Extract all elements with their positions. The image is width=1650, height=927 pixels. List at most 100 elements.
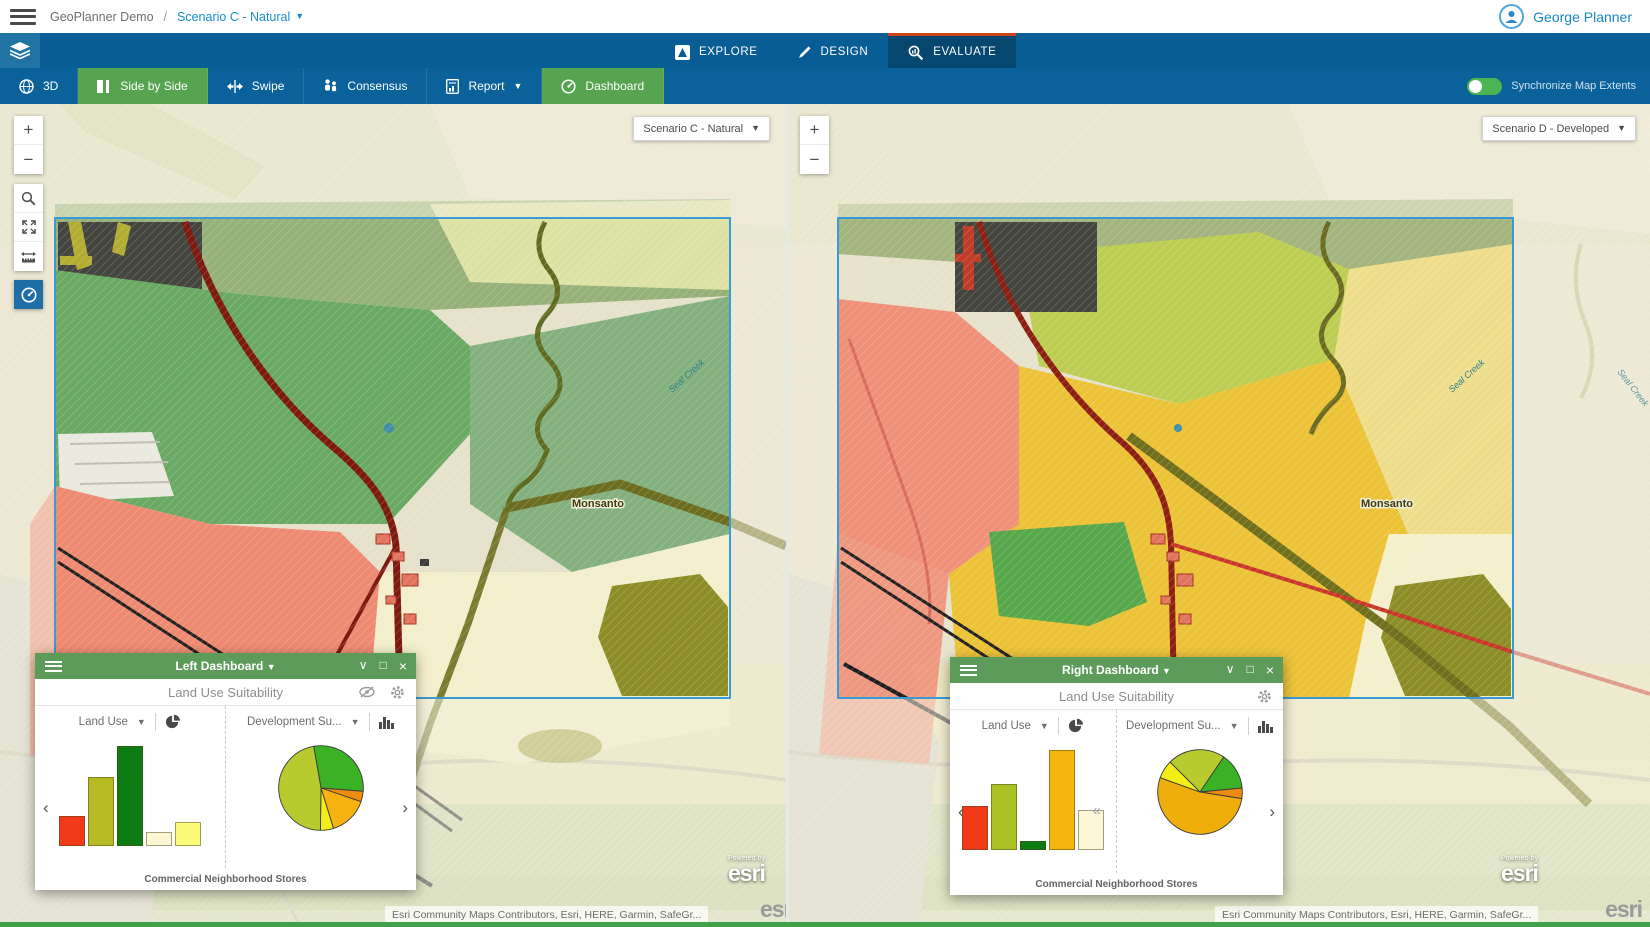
- dashboard-menu-icon[interactable]: [960, 665, 977, 676]
- dashboard-button[interactable]: Dashboard: [542, 68, 664, 104]
- pie-slice[interactable]: [278, 746, 320, 830]
- pie-slice[interactable]: [313, 746, 363, 792]
- button-label: Dashboard: [585, 79, 644, 93]
- minimize-icon[interactable]: ∨: [1226, 662, 1235, 678]
- chevron-down-icon: ▼: [751, 124, 760, 133]
- right-dashboard-header: Right Dashboard ▼ ∨ □ ×: [950, 657, 1283, 683]
- chart-selector[interactable]: Development Su...: [247, 716, 342, 728]
- evaluate-toolbar: 3D Side by Side Swipe Consensus Report: [0, 68, 1650, 104]
- maximize-icon[interactable]: □: [1247, 662, 1254, 678]
- chart-footer-label: Commercial Neighborhood Stores: [35, 868, 416, 890]
- full-extent-button[interactable]: [14, 213, 43, 242]
- chevron-left-icon[interactable]: ‹: [43, 798, 49, 818]
- gear-icon[interactable]: [390, 685, 405, 700]
- bottom-accent-bar: [0, 922, 1650, 927]
- gauge-icon: [561, 79, 576, 94]
- chart-selector[interactable]: Development Su...: [1126, 720, 1221, 732]
- chart-selector[interactable]: Land Use: [982, 720, 1031, 732]
- side-by-side-button[interactable]: Side by Side: [78, 68, 207, 104]
- powered-by-esri-logo: Powered by esri: [1501, 855, 1538, 885]
- bar-segment[interactable]: [117, 746, 143, 846]
- bar-segment[interactable]: [1049, 750, 1075, 850]
- pie-chart-icon[interactable]: [165, 714, 181, 730]
- chevron-down-icon[interactable]: ▼: [137, 718, 146, 727]
- bar-segment[interactable]: [1020, 841, 1046, 850]
- bar-segment[interactable]: [991, 784, 1017, 850]
- minimize-icon[interactable]: ∨: [359, 658, 368, 674]
- pie-chart-icon[interactable]: [1068, 718, 1084, 734]
- chevron-left-icon[interactable]: ‹: [958, 802, 964, 822]
- user-menu[interactable]: George Planner: [1499, 4, 1632, 29]
- expand-arrows-icon: [22, 220, 36, 234]
- maximize-icon[interactable]: □: [380, 658, 387, 674]
- chevron-down-icon[interactable]: ▼: [1040, 722, 1049, 731]
- button-label: Consensus: [347, 79, 407, 93]
- tab-label: DESIGN: [821, 46, 869, 58]
- report-button[interactable]: Report ▼: [427, 68, 542, 104]
- left-scenario-selector-value: Scenario C - Natural: [643, 123, 743, 135]
- 3d-button[interactable]: 3D: [0, 68, 78, 104]
- zoom-out-button[interactable]: −: [14, 145, 43, 174]
- dashboard-window-buttons: ∨ □ ×: [1226, 662, 1274, 678]
- tab-design[interactable]: DESIGN: [778, 33, 889, 68]
- dashboard-panel-titlebar: Land Use Suitability: [950, 683, 1283, 710]
- place-label: Monsanto: [572, 498, 624, 510]
- left-dashboard-panel: Left Dashboard ▼ ∨ □ × Land Use Suitabil…: [35, 653, 416, 890]
- dashboard-window-buttons: ∨ □ ×: [359, 658, 407, 674]
- close-icon[interactable]: ×: [399, 658, 407, 674]
- esri-wordmark: esri: [728, 860, 765, 886]
- visibility-off-icon[interactable]: [359, 686, 375, 698]
- scenario-menu-label: Scenario C - Natural: [177, 10, 290, 24]
- zoom-out-button[interactable]: −: [800, 145, 829, 174]
- scenario-menu[interactable]: Scenario C - Natural ▼: [177, 10, 304, 24]
- layers-icon: [10, 42, 30, 59]
- chevron-right-icon[interactable]: ›: [402, 798, 408, 818]
- collapse-chevrons-icon[interactable]: «: [1093, 802, 1101, 819]
- dashboard-toggle-button[interactable]: [14, 280, 43, 309]
- dashboard-charts-area: Land Use ▼ Development Su... ▼: [950, 710, 1283, 873]
- chevron-down-icon[interactable]: ▼: [1230, 722, 1239, 731]
- zoom-controls: + −: [800, 116, 829, 174]
- bar-segment[interactable]: [175, 822, 201, 846]
- sync-extents-toggle[interactable]: [1467, 78, 1502, 95]
- land-use-bar-chart: [962, 748, 1104, 850]
- zoom-in-button[interactable]: +: [14, 116, 43, 145]
- close-icon[interactable]: ×: [1266, 662, 1274, 678]
- development-pie-chart: [275, 742, 367, 834]
- dashboard-menu-icon[interactable]: [45, 661, 62, 672]
- layers-button[interactable]: [0, 33, 40, 68]
- search-button[interactable]: [14, 184, 43, 213]
- consensus-button[interactable]: Consensus: [304, 68, 427, 104]
- right-scenario-selector[interactable]: Scenario D - Developed ▼: [1482, 116, 1636, 141]
- map-attribution: Esri Community Maps Contributors, Esri, …: [1215, 906, 1538, 923]
- search-icon: [21, 191, 36, 206]
- chevron-right-icon[interactable]: ›: [1269, 802, 1275, 822]
- bar-segment[interactable]: [146, 832, 172, 846]
- bar-segment[interactable]: [962, 806, 988, 850]
- bar-segment[interactable]: [59, 816, 85, 846]
- button-label: Report: [468, 79, 504, 93]
- side-by-side-icon: [97, 80, 111, 93]
- explore-icon: [675, 45, 690, 60]
- esri-attribution-logo: esri: [760, 896, 786, 923]
- measure-button[interactable]: [14, 242, 43, 271]
- tab-evaluate[interactable]: EVALUATE: [888, 33, 1016, 68]
- bar-chart-icon[interactable]: [1258, 719, 1274, 733]
- left-scenario-selector[interactable]: Scenario C - Natural ▼: [633, 116, 770, 141]
- attribution-text: Esri Community Maps Contributors, Esri, …: [1222, 909, 1531, 921]
- menu-icon[interactable]: [10, 9, 36, 25]
- top-bar: GeoPlanner Demo / Scenario C - Natural ▼…: [0, 0, 1650, 33]
- left-dashboard-header: Left Dashboard ▼ ∨ □ ×: [35, 653, 416, 679]
- chevron-down-icon: ▼: [295, 12, 304, 21]
- swipe-button[interactable]: Swipe: [208, 68, 305, 104]
- chart-footer-label: Commercial Neighborhood Stores: [950, 873, 1283, 895]
- tab-explore[interactable]: EXPLORE: [655, 33, 778, 68]
- chart-selector[interactable]: Land Use: [79, 716, 128, 728]
- bar-segment[interactable]: [88, 777, 114, 846]
- chevron-down-icon[interactable]: ▼: [351, 718, 360, 727]
- zoom-in-button[interactable]: +: [800, 116, 829, 145]
- breadcrumb-separator: /: [164, 10, 167, 24]
- gear-icon[interactable]: [1257, 689, 1272, 704]
- globe-icon: [19, 79, 34, 94]
- bar-chart-icon[interactable]: [379, 715, 395, 729]
